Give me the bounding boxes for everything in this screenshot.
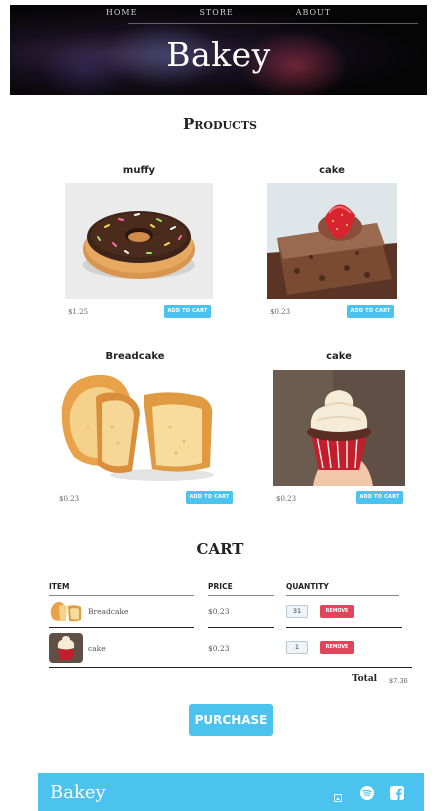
product-image-cupcake[interactable] [273, 370, 405, 486]
footer: Bakey [38, 773, 424, 811]
quantity-input[interactable]: 31 [286, 605, 308, 618]
remove-button[interactable]: REMOVE [320, 641, 354, 654]
brownie-image [267, 183, 397, 299]
cart-row-rule [208, 627, 274, 628]
cart-total-value: $7.36 [389, 677, 408, 685]
nav-about[interactable]: ABOUT [296, 8, 331, 17]
product-image-cake[interactable] [267, 183, 397, 299]
nav-home[interactable]: HOME [106, 8, 138, 17]
cart-item-name: cake [88, 644, 106, 653]
cart-item-thumbnail [49, 633, 83, 663]
cart-total-rule [49, 667, 412, 668]
site-title: Bakey [166, 35, 271, 74]
add-to-cart-button[interactable]: ADD TO CART [356, 491, 403, 504]
cart-total-label: Total [352, 674, 378, 684]
cart-header-price: PRICE [208, 582, 233, 591]
product-name: cake [326, 351, 352, 362]
cart-header-quantity: QUANTITY [286, 582, 329, 591]
cart-item-thumbnail [49, 600, 83, 624]
product-name: cake [319, 165, 345, 176]
cart-item-name: Breadcake [88, 607, 129, 616]
cart-title: CART [196, 540, 244, 558]
header-banner: HOME STORE ABOUT Bakey [10, 5, 427, 95]
cart-header-rule [208, 595, 274, 596]
nav-store[interactable]: STORE [199, 8, 233, 17]
cupcake-image [273, 370, 405, 486]
product-image-donut[interactable] [65, 183, 213, 299]
bread-image [61, 374, 214, 481]
nav-divider [128, 23, 418, 24]
cart-row-rule [49, 627, 194, 628]
broken-image-icon[interactable] [334, 787, 342, 806]
cart-header-item: ITEM [49, 582, 70, 591]
product-name: muffy [122, 165, 156, 176]
cart-header-rule [286, 595, 399, 596]
remove-button[interactable]: REMOVE [320, 605, 354, 618]
add-to-cart-button[interactable]: ADD TO CART [347, 305, 394, 318]
cart-item-price: $0.23 [208, 607, 230, 616]
product-price: $1.25 [68, 308, 89, 316]
product-image-breadcake[interactable] [52, 367, 218, 485]
quantity-input[interactable]: 1 [286, 641, 308, 654]
bread-thumb-image [50, 602, 81, 622]
cart-row-rule [286, 627, 402, 628]
product-price: $0.23 [59, 495, 80, 503]
donut-image [83, 211, 195, 279]
product-name: Breadcake [105, 351, 165, 362]
spotify-icon[interactable] [360, 785, 374, 804]
purchase-button[interactable]: PURCHASE [189, 704, 273, 736]
add-to-cart-button[interactable]: ADD TO CART [186, 491, 233, 504]
facebook-icon[interactable] [390, 785, 404, 804]
products-title: Products [182, 115, 258, 133]
cupcake-thumb-image [49, 633, 83, 663]
footer-brand: Bakey [50, 782, 106, 803]
product-price: $0.23 [276, 495, 297, 503]
add-to-cart-button[interactable]: ADD TO CART [164, 305, 211, 318]
cart-item-price: $0.23 [208, 644, 230, 653]
product-price: $0.23 [270, 308, 291, 316]
top-nav: HOME STORE ABOUT [10, 8, 427, 17]
cart-header-rule [49, 595, 194, 596]
